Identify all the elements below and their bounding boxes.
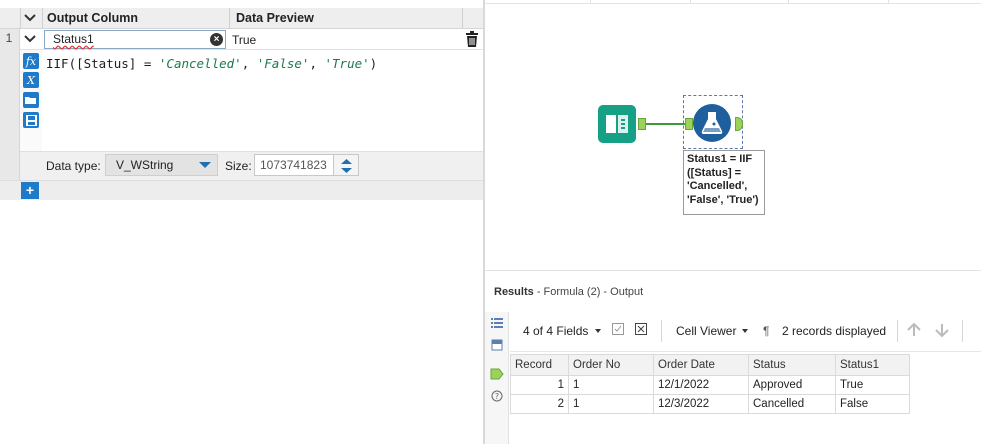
table-row[interactable]: 2 1 12/3/2022 Cancelled False xyxy=(510,394,910,414)
ruler-tick xyxy=(690,0,691,4)
records-displayed-label: 2 records displayed xyxy=(782,324,887,338)
chevron-down-icon[interactable] xyxy=(595,329,601,333)
results-subtitle: - Formula (2) - Output xyxy=(536,286,644,298)
output-anchor[interactable] xyxy=(638,118,646,130)
expression-suffix: ) xyxy=(369,56,378,71)
open-folder-icon[interactable] xyxy=(23,92,39,108)
arrow-up-icon[interactable] xyxy=(906,322,922,341)
column-header[interactable]: Status1 xyxy=(835,354,910,376)
results-table: Record Order No Order Date Status Status… xyxy=(510,354,910,414)
expression-text[interactable]: IIF([Status] = 'Cancelled', 'False', 'Tr… xyxy=(46,56,377,71)
column-header[interactable]: Record xyxy=(510,354,569,376)
fields-dropdown[interactable]: 4 of 4 Fields xyxy=(523,324,588,338)
connection-line[interactable] xyxy=(646,123,688,125)
table-cell[interactable]: 12/3/2022 xyxy=(653,394,749,414)
table-cell[interactable]: Cancelled xyxy=(748,394,836,414)
row-number: 1 xyxy=(5,31,13,45)
header-divider xyxy=(229,8,230,29)
table-header-row: Record Order No Order Date Status Status… xyxy=(510,354,910,376)
header-divider xyxy=(462,8,463,29)
toolbar-separator xyxy=(661,320,662,342)
column-header[interactable]: Order Date xyxy=(653,354,749,376)
help-icon[interactable]: ? xyxy=(490,389,504,403)
delete-trash-icon[interactable] xyxy=(465,31,479,47)
header-divider xyxy=(20,8,21,29)
pilcrow-icon[interactable]: ¶ xyxy=(763,324,769,338)
fx-icon[interactable]: fx xyxy=(23,53,39,69)
table-cell[interactable]: 12/1/2022 xyxy=(653,375,749,395)
output-anchor-icon[interactable] xyxy=(490,367,504,381)
data-preview-header[interactable]: Data Preview xyxy=(232,8,314,29)
data-preview-value: True xyxy=(232,33,257,47)
formula-annotation: Status1 = IIF ([Status] = 'Cancelled', '… xyxy=(683,150,765,215)
record-cell[interactable]: 1 xyxy=(510,375,569,395)
flask-icon xyxy=(701,112,723,134)
formula-tool[interactable] xyxy=(693,104,731,142)
row-collapse-chevron-icon[interactable] xyxy=(23,32,37,46)
list-icon[interactable] xyxy=(490,316,504,330)
results-title-label: Results xyxy=(494,286,534,298)
expression-string-literal: 'False' xyxy=(256,56,310,71)
expression-separator: , xyxy=(309,56,325,71)
deselect-fields-icon[interactable] xyxy=(635,323,647,338)
data-type-value: V_WString xyxy=(116,158,174,172)
size-value: 1073741823 xyxy=(260,158,327,172)
expression-string-literal: 'True' xyxy=(324,56,370,71)
expression-string-literal: 'Cancelled' xyxy=(158,56,242,71)
formula-config-panel: Output Column Data Preview 1 Status1 × T… xyxy=(0,0,483,444)
input-anchor-icon[interactable] xyxy=(490,338,504,352)
chevron-down-icon[interactable] xyxy=(742,329,748,333)
cell-viewer-dropdown[interactable]: Cell Viewer xyxy=(676,324,736,338)
clear-icon[interactable]: × xyxy=(210,33,223,46)
stepper-arrows-icon xyxy=(341,159,352,173)
table-cell[interactable]: 1 xyxy=(568,375,654,395)
toolbar-separator xyxy=(897,320,898,342)
select-fields-icon[interactable] xyxy=(612,323,624,338)
table-cell[interactable]: 1 xyxy=(568,394,654,414)
size-stepper[interactable] xyxy=(334,154,359,176)
output-column-name-input[interactable]: Status1 xyxy=(44,30,226,49)
add-row-bar xyxy=(0,180,483,200)
variable-icon[interactable]: X xyxy=(23,72,39,88)
table-cell[interactable]: True xyxy=(835,375,910,395)
table-cell[interactable]: False xyxy=(835,394,910,414)
chevron-down-icon[interactable] xyxy=(199,162,211,168)
column-header[interactable]: Status xyxy=(748,354,836,376)
data-type-label: Data type: xyxy=(46,159,101,173)
ruler-tick xyxy=(788,0,789,4)
row-gutter xyxy=(0,29,20,180)
record-cell[interactable]: 2 xyxy=(510,394,569,414)
save-icon[interactable] xyxy=(23,112,39,128)
add-formula-button[interactable]: + xyxy=(21,182,39,199)
expression-separator: , xyxy=(241,56,257,71)
output-column-header[interactable]: Output Column xyxy=(43,8,138,29)
toolbar-separator xyxy=(962,320,963,342)
column-header[interactable]: Order No xyxy=(568,354,654,376)
svg-text:?: ? xyxy=(495,392,499,401)
ruler-tick xyxy=(888,0,889,4)
input-data-tool[interactable] xyxy=(598,105,636,143)
book-icon xyxy=(606,115,628,133)
canvas-ruler xyxy=(485,0,981,4)
output-column-name-value: Status1 xyxy=(53,32,94,46)
results-title: Results - Formula (2) - Output xyxy=(494,286,643,298)
collapse-all-chevron-icon[interactable] xyxy=(23,11,37,25)
table-row[interactable]: 1 1 12/1/2022 Approved True xyxy=(510,375,910,395)
ruler-tick xyxy=(590,0,591,4)
table-cell[interactable]: Approved xyxy=(748,375,836,395)
expression-prefix: IIF([Status] = xyxy=(46,56,159,71)
size-input[interactable]: 1073741823 xyxy=(254,154,334,176)
size-label: Size: xyxy=(225,159,252,173)
arrow-down-icon[interactable] xyxy=(934,322,950,341)
